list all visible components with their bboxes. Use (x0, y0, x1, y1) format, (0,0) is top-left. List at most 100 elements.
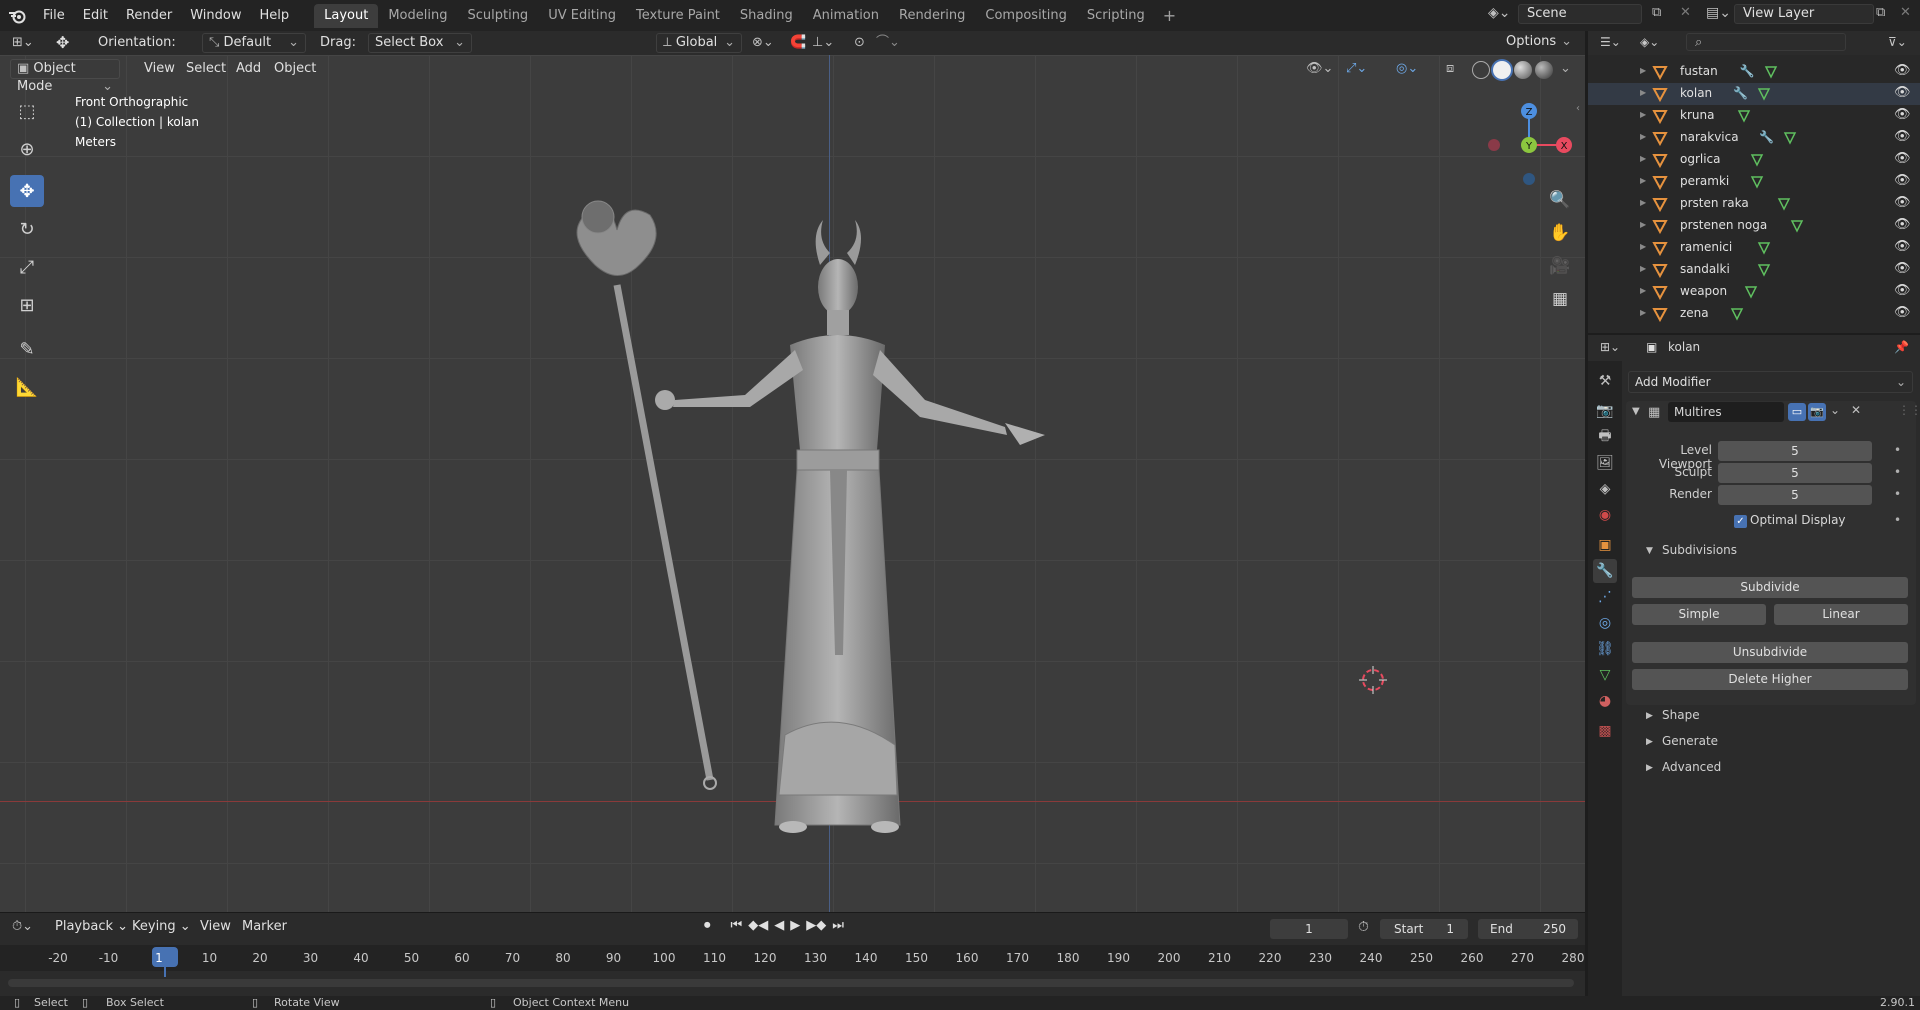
texture-tab-icon[interactable]: ▩ (1593, 719, 1617, 743)
mesh-data-icon[interactable] (1730, 307, 1744, 321)
mode-dropdown[interactable]: ▣ Object Mode ⌄ (10, 59, 120, 94)
overlays-icon[interactable]: ◎⌄ (1396, 57, 1418, 81)
linear-button[interactable]: Linear (1774, 604, 1908, 625)
wireframe-shading-icon[interactable] (1472, 61, 1490, 79)
optimal-display-checkbox[interactable]: ✓ (1734, 515, 1747, 528)
modifier-tab-icon[interactable]: 🔧 (1593, 559, 1617, 583)
transform-orientation-dropdown[interactable]: ⟂ Global ⌄ (656, 33, 742, 53)
level-viewport-field[interactable]: 5 (1718, 441, 1872, 461)
subdivisions-collapse-icon[interactable]: ▼ (1646, 546, 1653, 556)
tab-compositing[interactable]: Compositing (975, 4, 1077, 28)
mesh-data-icon[interactable] (1783, 131, 1797, 145)
outliner-item[interactable]: ▶ peramki 👁 (1588, 171, 1920, 193)
select-box-tool-icon[interactable]: ⬚ (10, 95, 44, 127)
rotate-tool-icon[interactable]: ↻ (10, 213, 44, 245)
outliner-item[interactable]: ▶ prsten raka 👁 (1588, 193, 1920, 215)
timeline-scrollbar[interactable] (8, 979, 1574, 987)
outliner-item[interactable]: ▶ weapon 👁 (1588, 281, 1920, 303)
subdivide-button[interactable]: Subdivide (1632, 577, 1908, 598)
modifier-wrench-icon[interactable]: 🔧 (1733, 86, 1748, 100)
keyframe-dot-icon[interactable]: • (1894, 487, 1901, 501)
pan-hand-icon[interactable]: ✋ (1545, 218, 1575, 248)
visibility-eye-icon[interactable]: 👁 (1894, 151, 1911, 166)
output-tab-icon[interactable]: 🖶 (1593, 425, 1617, 449)
visibility-icon[interactable]: 👁⌄ (1306, 57, 1333, 81)
outliner-editor-icon[interactable]: ☰⌄ (1600, 35, 1621, 49)
particles-tab-icon[interactable]: ⋰ (1593, 585, 1617, 609)
expand-arrow-icon[interactable]: ▶ (1640, 154, 1646, 163)
ortho-grid-icon[interactable]: ▦ (1545, 284, 1575, 314)
show-viewport-icon[interactable]: ▭ (1788, 403, 1806, 421)
mesh-data-icon[interactable] (1777, 197, 1791, 211)
expand-arrow-icon[interactable]: ▶ (1640, 220, 1646, 229)
timeline-menu-view[interactable]: View (200, 915, 231, 939)
scene-field[interactable]: Scene (1518, 4, 1642, 24)
keyframe-dot-icon[interactable]: • (1894, 513, 1901, 527)
filter-icon[interactable]: ⊽⌄ (1888, 35, 1907, 49)
generate-section[interactable]: Generate (1662, 734, 1718, 748)
sidebar-toggle-icon[interactable]: ‹ (1576, 103, 1580, 114)
outliner-item[interactable]: ▶ ramenici 👁 (1588, 237, 1920, 259)
expand-arrow-icon[interactable]: ▶ (1640, 176, 1646, 185)
measure-tool-icon[interactable]: 📐 (10, 371, 44, 403)
remove-modifier-icon[interactable]: ✕ (1851, 403, 1861, 417)
new-view-layer-icon[interactable]: ⧉ (1876, 5, 1885, 20)
object-tab-icon[interactable]: ▣ (1593, 533, 1617, 557)
outliner-search-input[interactable]: ⌕ (1686, 33, 1846, 51)
delete-view-layer-icon[interactable]: ✕ (1900, 5, 1911, 20)
render-tab-icon[interactable]: 📷 (1593, 399, 1617, 423)
expand-arrow-icon[interactable]: ▶ (1640, 198, 1646, 207)
material-tab-icon[interactable]: ◕ (1593, 689, 1617, 713)
current-frame-field[interactable]: 1 (1270, 919, 1348, 939)
material-shading-icon[interactable] (1514, 61, 1532, 79)
display-mode-icon[interactable]: ◈⌄ (1640, 35, 1659, 49)
physics-tab-icon[interactable]: ◎ (1593, 611, 1617, 635)
record-icon[interactable]: ⏺ (704, 918, 711, 933)
outliner-item[interactable]: ▶ kruna 👁 (1588, 105, 1920, 127)
visibility-eye-icon[interactable]: 👁 (1894, 217, 1911, 232)
visibility-eye-icon[interactable]: 👁 (1894, 195, 1911, 210)
drag-handle-icon[interactable]: ⋮⋮ (1898, 403, 1920, 417)
shape-expand-icon[interactable]: ▶ (1646, 711, 1653, 721)
move-tool-button[interactable]: ✥ (10, 175, 44, 207)
tab-modeling[interactable]: Modeling (378, 4, 457, 28)
delete-scene-icon[interactable]: ✕ (1680, 5, 1691, 20)
viewport-menu-add[interactable]: Add (236, 57, 261, 81)
mesh-data-icon[interactable] (1790, 219, 1804, 233)
outliner-item[interactable]: ▶ narakvica 🔧 👁 (1588, 127, 1920, 149)
modifier-wrench-icon[interactable]: 🔧 (1759, 130, 1774, 144)
transform-tool-icon[interactable]: ⊞ (10, 289, 44, 321)
add-workspace-icon[interactable]: + (1155, 6, 1184, 25)
show-render-icon[interactable]: 📷 (1808, 403, 1826, 421)
modifier-wrench-icon[interactable]: 🔧 (1740, 64, 1755, 78)
preview-range-icon[interactable]: ⏱ (1358, 919, 1369, 935)
scale-tool-icon[interactable]: ⤢ (10, 251, 44, 283)
new-scene-icon[interactable]: ⧉ (1652, 5, 1661, 20)
timeline-menu-keying[interactable]: Keying ⌄ (132, 915, 191, 939)
jump-start-icon[interactable]: ⏮ (731, 918, 743, 933)
tab-rendering[interactable]: Rendering (889, 4, 975, 28)
frame-ruler[interactable]: -20 -10 1 10 20 30 40 50 60 70 80 90 100 110 120 130 140… (0, 945, 1585, 971)
next-keyframe-icon[interactable]: ▶◆ (806, 918, 826, 933)
drag-dropdown[interactable]: Select Box ⌄ (368, 33, 472, 53)
tab-shading[interactable]: Shading (730, 4, 803, 28)
viewport-menu-object[interactable]: Object (274, 57, 316, 81)
orientation-dropdown[interactable]: ⤡ Default ⌄ (202, 33, 306, 53)
play-icon[interactable]: ▶ (790, 918, 800, 933)
mesh-data-icon[interactable] (1744, 285, 1758, 299)
view-layer-field[interactable]: View Layer (1734, 4, 1874, 24)
expand-arrow-icon[interactable]: ▶ (1640, 286, 1646, 295)
outliner-item[interactable]: ▶ prstenen noga 👁 (1588, 215, 1920, 237)
outliner-item[interactable]: ▶ ogrlica 👁 (1588, 149, 1920, 171)
tab-layout[interactable]: Layout (314, 3, 379, 28)
expand-arrow-icon[interactable]: ▶ (1640, 132, 1646, 141)
shape-section[interactable]: Shape (1662, 708, 1700, 722)
view-layer-icon[interactable]: ▤⌄ (1706, 5, 1731, 21)
collapse-modifier-icon[interactable]: ▼ (1632, 406, 1640, 417)
mesh-data-icon[interactable] (1750, 153, 1764, 167)
rendered-shading-icon[interactable] (1535, 61, 1553, 79)
editor-type-icon[interactable]: ⊞⌄ (12, 31, 34, 55)
add-modifier-dropdown[interactable]: Add Modifier ⌄ (1628, 371, 1913, 393)
tab-animation[interactable]: Animation (803, 4, 889, 28)
character-model[interactable] (555, 195, 1075, 835)
